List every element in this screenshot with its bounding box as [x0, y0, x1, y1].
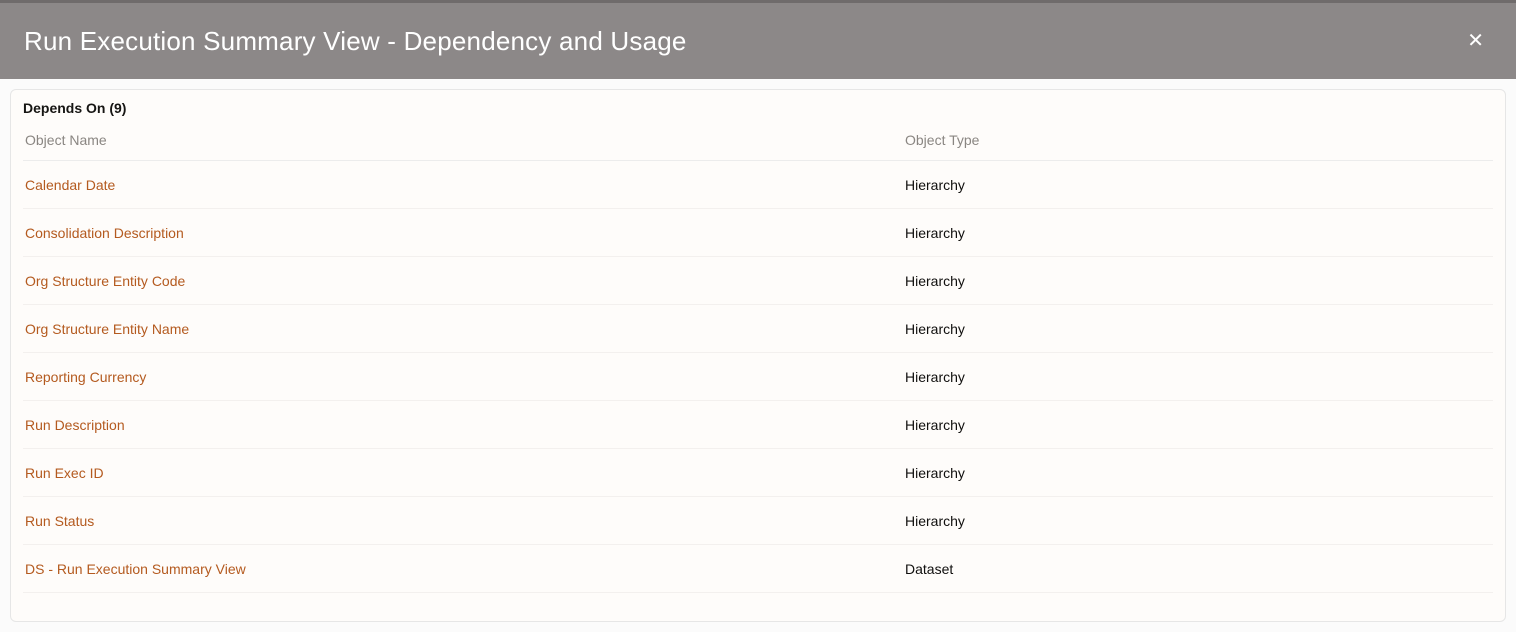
object-type-cell: Hierarchy: [905, 417, 1493, 433]
close-icon[interactable]: ✕: [1459, 23, 1492, 59]
object-name-cell: Run Status: [23, 513, 905, 529]
object-type-cell: Hierarchy: [905, 321, 1493, 337]
modal-body: Depends On (9) Object Name Object Type C…: [0, 79, 1516, 632]
object-name-link[interactable]: Run Exec ID: [25, 465, 104, 481]
modal-title: Run Execution Summary View - Dependency …: [24, 26, 687, 57]
table-row: Run Description Hierarchy: [23, 401, 1493, 449]
object-type-cell: Hierarchy: [905, 177, 1493, 193]
object-name-cell: Org Structure Entity Name: [23, 321, 905, 337]
section-title: Depends On (9): [23, 100, 1493, 116]
object-name-link[interactable]: Run Status: [25, 513, 94, 529]
object-name-cell: Run Exec ID: [23, 465, 905, 481]
object-type-cell: Hierarchy: [905, 513, 1493, 529]
modal-header: Run Execution Summary View - Dependency …: [0, 3, 1516, 79]
dependency-table: Object Name Object Type Calendar Date Hi…: [23, 124, 1493, 593]
object-name-cell: Reporting Currency: [23, 369, 905, 385]
object-name-link[interactable]: Org Structure Entity Name: [25, 321, 189, 337]
object-name-link[interactable]: Run Description: [25, 417, 125, 433]
object-type-cell: Hierarchy: [905, 369, 1493, 385]
object-name-cell: DS - Run Execution Summary View: [23, 561, 905, 577]
table-body: Calendar Date Hierarchy Consolidation De…: [23, 161, 1493, 593]
object-name-link[interactable]: Org Structure Entity Code: [25, 273, 185, 289]
object-name-cell: Calendar Date: [23, 177, 905, 193]
table-row: Calendar Date Hierarchy: [23, 161, 1493, 209]
object-type-cell: Hierarchy: [905, 273, 1493, 289]
object-name-cell: Consolidation Description: [23, 225, 905, 241]
dependency-modal: Run Execution Summary View - Dependency …: [0, 3, 1516, 632]
object-name-cell: Org Structure Entity Code: [23, 273, 905, 289]
object-name-link[interactable]: DS - Run Execution Summary View: [25, 561, 246, 577]
object-name-link[interactable]: Calendar Date: [25, 177, 115, 193]
table-row: Run Status Hierarchy: [23, 497, 1493, 545]
column-header-object-type: Object Type: [905, 132, 1493, 148]
table-row: Org Structure Entity Code Hierarchy: [23, 257, 1493, 305]
table-row: DS - Run Execution Summary View Dataset: [23, 545, 1493, 593]
object-name-cell: Run Description: [23, 417, 905, 433]
object-type-cell: Hierarchy: [905, 465, 1493, 481]
depends-on-panel: Depends On (9) Object Name Object Type C…: [10, 89, 1506, 622]
table-row: Run Exec ID Hierarchy: [23, 449, 1493, 497]
table-row: Reporting Currency Hierarchy: [23, 353, 1493, 401]
object-type-cell: Hierarchy: [905, 225, 1493, 241]
column-header-object-name: Object Name: [23, 132, 905, 148]
object-type-cell: Dataset: [905, 561, 1493, 577]
object-name-link[interactable]: Reporting Currency: [25, 369, 146, 385]
table-row: Consolidation Description Hierarchy: [23, 209, 1493, 257]
object-name-link[interactable]: Consolidation Description: [25, 225, 184, 241]
table-row: Org Structure Entity Name Hierarchy: [23, 305, 1493, 353]
table-header: Object Name Object Type: [23, 124, 1493, 161]
